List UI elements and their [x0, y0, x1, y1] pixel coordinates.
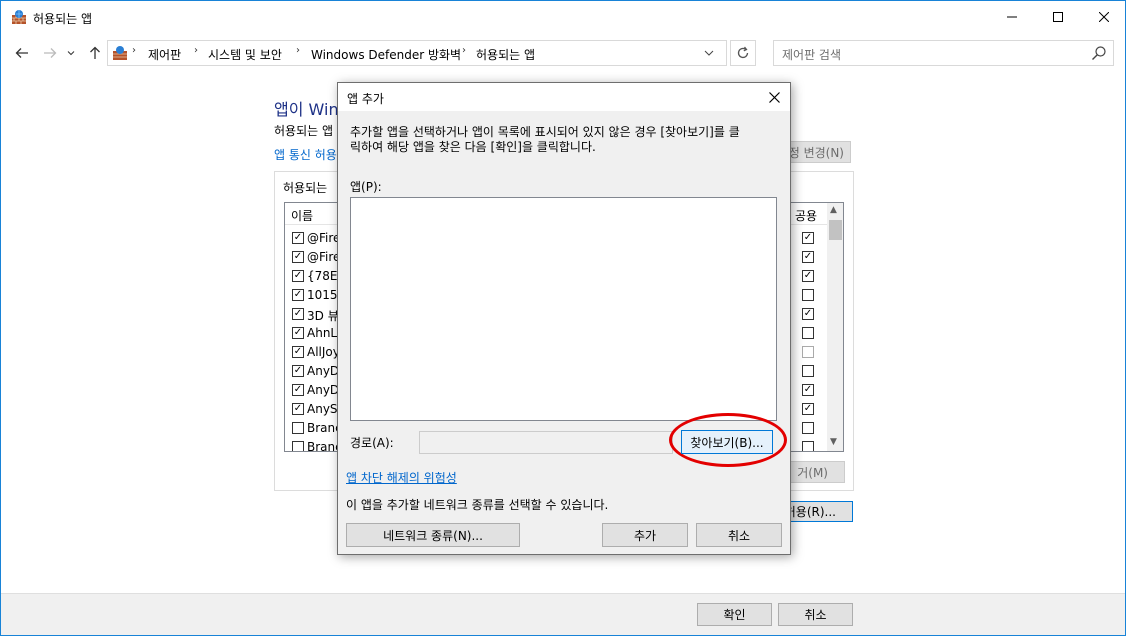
dialog-description-line: 릭하여 해당 앱을 찾은 다음 [확인]을 클릭합니다.: [350, 140, 596, 154]
column-header-public[interactable]: 공용: [795, 207, 817, 224]
ok-button[interactable]: 확인: [697, 603, 772, 626]
dialog-close-button[interactable]: [762, 86, 786, 108]
public-checkbox[interactable]: [802, 327, 814, 339]
address-bar[interactable]: › 제어판 › 시스템 및 보안 › Windows Defender 방화벽 …: [107, 40, 727, 66]
chevron-down-icon[interactable]: [704, 45, 714, 61]
chevron-up-icon[interactable]: ▲: [830, 205, 837, 215]
breadcrumb-control-panel[interactable]: 제어판: [148, 46, 181, 63]
change-settings-button: 정 변경(N): [781, 141, 851, 163]
add-app-dialog: 앱 추가 추가할 앱을 선택하거나 앱이 목록에 표시되어 있지 않은 경우 […: [337, 82, 791, 555]
cancel-button[interactable]: 취소: [778, 603, 853, 626]
app-checkbox[interactable]: [292, 232, 304, 244]
arrow-up-icon: [90, 46, 100, 59]
public-checkbox[interactable]: [802, 270, 814, 282]
chevron-down-icon[interactable]: ▼: [830, 437, 837, 447]
public-checkbox[interactable]: [802, 308, 814, 320]
app-checkbox[interactable]: [292, 403, 304, 415]
allowed-apps-group-label: 허용되는: [283, 179, 328, 196]
path-label: 경로(A):: [350, 436, 394, 450]
app-checkbox[interactable]: [292, 346, 304, 358]
app-name: AllJoy: [307, 345, 340, 359]
public-checkbox[interactable]: [802, 346, 814, 358]
maximize-button[interactable]: [1035, 1, 1081, 33]
browse-button[interactable]: 찾아보기(B)...: [681, 430, 773, 454]
public-checkbox[interactable]: [802, 441, 814, 451]
chevron-down-icon: [67, 51, 75, 56]
public-checkbox[interactable]: [802, 365, 814, 377]
scrollbar-thumb[interactable]: [829, 220, 842, 240]
app-checkbox[interactable]: [292, 270, 304, 282]
app-checkbox[interactable]: [292, 308, 304, 320]
close-icon: [768, 91, 780, 103]
maximize-icon: [1053, 12, 1063, 22]
breadcrumb-separator-icon: ›: [296, 45, 300, 56]
arrow-right-icon: [44, 48, 57, 58]
public-checkbox[interactable]: [802, 289, 814, 301]
column-header-name[interactable]: 이름: [291, 207, 313, 224]
firewall-icon: [113, 46, 127, 60]
app-checkbox[interactable]: [292, 441, 304, 451]
breadcrumb-allowed-apps[interactable]: 허용되는 앱: [476, 46, 535, 63]
app-name: AnySi: [307, 402, 341, 416]
network-types-button[interactable]: 네트워크 종류(N)...: [346, 523, 520, 547]
app-checkbox[interactable]: [292, 289, 304, 301]
network-types-text: 이 앱을 추가할 네트워크 종류를 선택할 수 있습니다.: [346, 498, 609, 512]
bottom-bar: 확인 취소: [1, 593, 1125, 635]
breadcrumb-defender-firewall[interactable]: Windows Defender 방화벽: [311, 46, 461, 63]
refresh-button[interactable]: [730, 40, 756, 66]
close-icon: [1099, 12, 1109, 22]
breadcrumb-separator-icon: ›: [132, 45, 136, 56]
path-input[interactable]: [419, 431, 673, 454]
app-name: 3D 뷰: [307, 309, 339, 323]
search-box[interactable]: 제어판 검색: [773, 40, 1114, 66]
minimize-icon: [1007, 16, 1017, 18]
public-checkbox[interactable]: [802, 422, 814, 434]
page-description: 허용되는 앱: [274, 124, 334, 138]
public-checkbox[interactable]: [802, 251, 814, 263]
firewall-icon: [12, 10, 26, 24]
arrow-left-icon: [15, 48, 28, 58]
page-heading: 앱이 Win: [274, 100, 339, 119]
allow-communication-link[interactable]: 앱 통신 허용: [274, 146, 337, 163]
dialog-description-line: 추가할 앱을 선택하거나 앱이 목록에 표시되어 있지 않은 경우 [찾아보기]…: [350, 125, 740, 139]
recent-locations-button[interactable]: [64, 41, 78, 65]
dialog-cancel-button[interactable]: 취소: [696, 523, 782, 547]
allow-another-app-button[interactable]: 허용(R)...: [781, 501, 853, 522]
dialog-description: 추가할 앱을 선택하거나 앱이 목록에 표시되어 있지 않은 경우 [찾아보기]…: [350, 125, 780, 155]
breadcrumb-separator-icon: ›: [462, 45, 466, 56]
app-name: @Fire: [307, 250, 341, 264]
back-button[interactable]: [11, 41, 33, 65]
close-window-button[interactable]: [1081, 1, 1126, 33]
app-checkbox[interactable]: [292, 251, 304, 263]
app-checkbox[interactable]: [292, 422, 304, 434]
breadcrumb-separator-icon: ›: [194, 45, 198, 56]
minimize-button[interactable]: [989, 1, 1035, 33]
dialog-title-bar: 앱 추가: [338, 83, 790, 111]
search-icon[interactable]: [1091, 45, 1107, 61]
window-title: 허용되는 앱: [33, 12, 93, 26]
public-checkbox[interactable]: [802, 403, 814, 415]
search-input[interactable]: 제어판 검색: [782, 46, 841, 63]
unblock-risk-link[interactable]: 앱 차단 해제의 위험성: [346, 469, 457, 486]
control-panel-window: 허용되는 앱 › 제어판 › 시스템 및 보안 › Windows Defend…: [0, 0, 1126, 636]
app-checkbox[interactable]: [292, 327, 304, 339]
app-list-label: 앱(P):: [350, 180, 382, 194]
app-name: @Fire: [307, 231, 341, 245]
public-checkbox[interactable]: [802, 232, 814, 244]
breadcrumb-system-security[interactable]: 시스템 및 보안: [208, 46, 282, 63]
scrollbar[interactable]: ▲ ▼: [827, 203, 843, 451]
app-list[interactable]: [350, 197, 777, 421]
title-bar: 허용되는 앱: [1, 1, 1125, 33]
add-button[interactable]: 추가: [602, 523, 688, 547]
refresh-icon: [737, 46, 749, 59]
up-button[interactable]: [84, 41, 106, 65]
forward-button[interactable]: [39, 41, 61, 65]
public-checkbox[interactable]: [802, 384, 814, 396]
dialog-title: 앱 추가: [347, 92, 384, 106]
app-checkbox[interactable]: [292, 365, 304, 377]
app-checkbox[interactable]: [292, 384, 304, 396]
